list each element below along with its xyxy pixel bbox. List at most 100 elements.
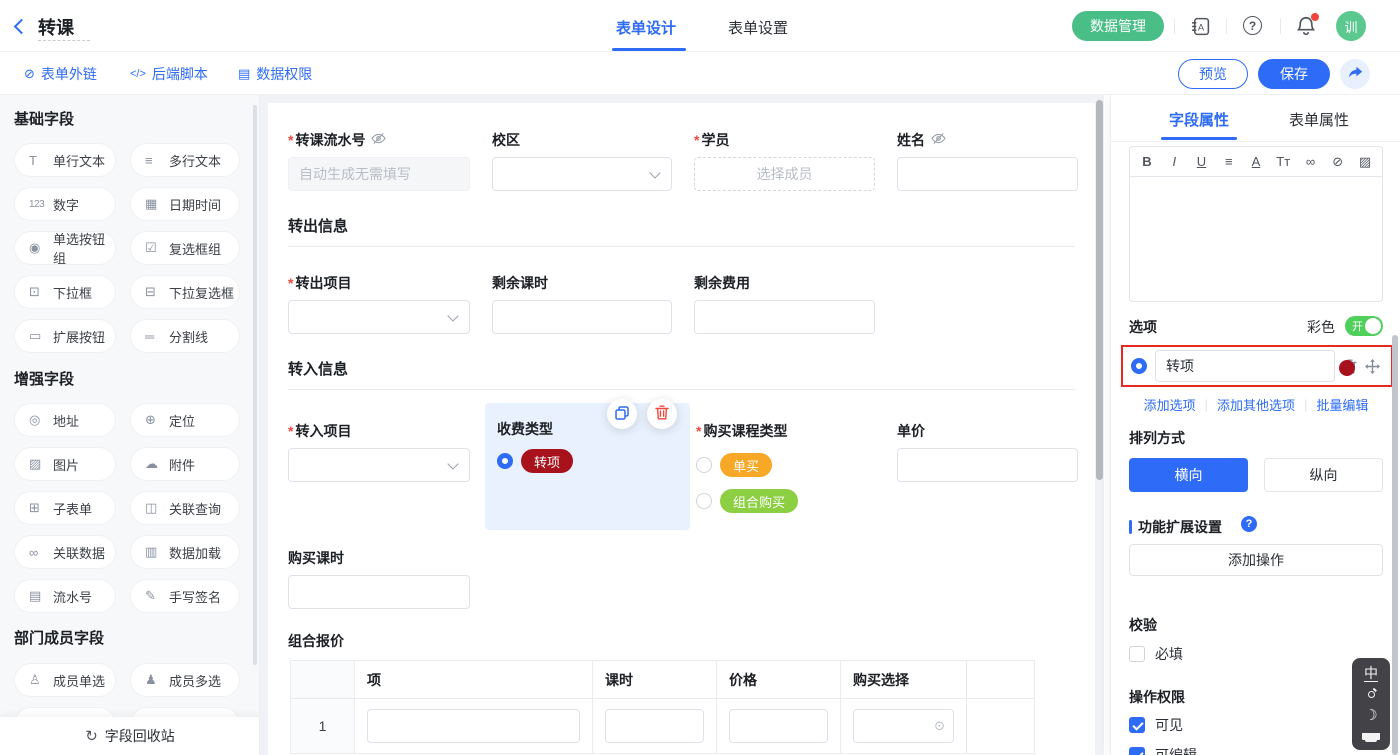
option-color-dot[interactable] bbox=[1339, 360, 1355, 376]
back-icon[interactable] bbox=[16, 21, 27, 32]
option-radio-checked[interactable] bbox=[1131, 358, 1147, 374]
field-type-relation-query[interactable]: ◫关联查询 bbox=[130, 491, 240, 525]
radio-checked-icon[interactable] bbox=[497, 453, 513, 469]
required-checkbox[interactable] bbox=[1129, 646, 1145, 662]
add-option-link[interactable]: 添加选项 bbox=[1144, 395, 1196, 414]
field-out-project[interactable]: 转出项目 bbox=[288, 273, 470, 334]
table-input-hours[interactable] bbox=[605, 709, 704, 743]
field-remaining-fee[interactable]: 剩余费用 bbox=[694, 273, 875, 334]
avatar[interactable]: 训 bbox=[1336, 11, 1366, 41]
font-size-icon[interactable]: Tт bbox=[1276, 154, 1290, 169]
option-move-icon[interactable] bbox=[1365, 359, 1380, 374]
field-type-multi-text[interactable]: ≡多行文本 bbox=[130, 143, 240, 177]
field-type-member-single[interactable]: ♙成员单选 bbox=[14, 663, 116, 697]
insert-image-icon[interactable]: ▨ bbox=[1358, 154, 1372, 170]
field-type-signature[interactable]: ✎手写签名 bbox=[130, 579, 240, 613]
directory-icon[interactable]: A bbox=[1190, 16, 1211, 40]
radio-unchecked-icon[interactable] bbox=[696, 493, 712, 509]
save-button[interactable]: 保存 bbox=[1258, 59, 1330, 89]
copy-field-button[interactable] bbox=[607, 399, 637, 429]
option-value-input[interactable] bbox=[1155, 350, 1335, 382]
field-type-multi-dropdown[interactable]: ⊟下拉复选框 bbox=[130, 275, 240, 309]
sidebar-scrollbar[interactable] bbox=[253, 105, 257, 665]
underline-icon[interactable]: U bbox=[1195, 154, 1209, 169]
form-external-link[interactable]: ⊘ 表单外链 bbox=[24, 64, 97, 84]
visible-checkbox[interactable] bbox=[1129, 717, 1145, 733]
align-icon[interactable]: ≡ bbox=[1222, 154, 1236, 169]
bold-icon[interactable]: B bbox=[1140, 154, 1154, 169]
color-toggle[interactable]: 开 bbox=[1345, 316, 1383, 336]
field-in-project[interactable]: 转入项目 bbox=[288, 421, 470, 482]
field-serial-number[interactable]: 转课流水号 自动生成无需填写 bbox=[288, 130, 470, 191]
data-manage-button[interactable]: 数据管理 bbox=[1072, 11, 1164, 41]
toggle-knob bbox=[1365, 318, 1381, 334]
link-icon[interactable]: ∞ bbox=[1304, 154, 1318, 169]
field-type-radio-group[interactable]: ◉单选按钮组 bbox=[14, 231, 116, 265]
rich-text-body[interactable] bbox=[1130, 177, 1382, 301]
field-type-single-text[interactable]: T单行文本 bbox=[14, 143, 116, 177]
field-type-attachment[interactable]: ☁附件 bbox=[130, 447, 240, 481]
field-type-data-load[interactable]: ▥数据加载 bbox=[130, 535, 240, 569]
field-recycle-bin[interactable]: ↻ 字段回收站 bbox=[0, 717, 260, 755]
theme-shirt-icon[interactable] bbox=[1365, 733, 1377, 742]
extension-help-icon[interactable]: ? bbox=[1241, 516, 1257, 532]
unlink-icon[interactable]: ⊘ bbox=[1331, 154, 1345, 170]
people-icon: ♟ bbox=[145, 672, 169, 688]
tab-form-settings[interactable]: 表单设置 bbox=[728, 17, 788, 38]
field-type-member-multi[interactable]: ♟成员多选 bbox=[130, 663, 240, 697]
field-type-location[interactable]: ⊕定位 bbox=[130, 403, 240, 437]
translate-icon[interactable]: 中 bbox=[1364, 666, 1378, 682]
table-select-buy-choice[interactable]: ⊙ bbox=[853, 709, 954, 743]
title-edit-underline[interactable] bbox=[38, 40, 90, 41]
field-campus[interactable]: 校区 bbox=[492, 130, 672, 191]
delete-field-button[interactable] bbox=[647, 399, 677, 429]
tab-form-properties[interactable]: 表单属性 bbox=[1281, 109, 1357, 130]
field-buy-course-type[interactable]: 购买课程类型 单买 组合购买 bbox=[696, 421, 886, 513]
table-input-item[interactable] bbox=[367, 709, 580, 743]
field-type-extend-button[interactable]: ▭扩展按钮 bbox=[14, 319, 116, 353]
add-action-button[interactable]: 添加操作 bbox=[1129, 544, 1383, 576]
code-icon: </> bbox=[130, 68, 146, 80]
batch-edit-link[interactable]: 批量编辑 bbox=[1316, 395, 1368, 414]
font-color-icon[interactable]: A bbox=[1249, 154, 1263, 169]
editable-checkbox[interactable] bbox=[1129, 747, 1145, 755]
field-remaining-hours[interactable]: 剩余课时 bbox=[492, 273, 672, 334]
field-type-datetime[interactable]: ▦日期时间 bbox=[130, 187, 240, 221]
canvas-scrollbar[interactable] bbox=[1096, 100, 1103, 480]
field-type-address[interactable]: ◎地址 bbox=[14, 403, 116, 437]
italic-icon[interactable]: I bbox=[1167, 154, 1181, 169]
add-other-option-link[interactable]: 添加其他选项 bbox=[1217, 395, 1295, 414]
option-badge-combo-buy[interactable]: 组合购买 bbox=[720, 489, 798, 513]
table-row-index: 1 bbox=[291, 699, 355, 753]
field-type-number[interactable]: 123数字 bbox=[14, 187, 116, 221]
radio-unchecked-icon[interactable] bbox=[696, 457, 712, 473]
field-type-subform[interactable]: ⊞子表单 bbox=[14, 491, 116, 525]
data-permission-link[interactable]: ▤ 数据权限 bbox=[238, 64, 312, 84]
preview-button[interactable]: 预览 bbox=[1178, 59, 1248, 89]
backend-script-link[interactable]: </> 后端脚本 bbox=[130, 64, 208, 84]
arrange-vertical-button[interactable]: 纵向 bbox=[1264, 458, 1383, 492]
field-student[interactable]: 学员 选择成员 bbox=[694, 130, 875, 191]
browser-extension-widget[interactable]: 中 ☽ bbox=[1352, 658, 1390, 750]
pin-icon[interactable] bbox=[1368, 691, 1375, 698]
tab-field-properties[interactable]: 字段属性 bbox=[1161, 109, 1237, 130]
field-buy-hours[interactable]: 购买课时 bbox=[288, 548, 470, 609]
page-scrollbar[interactable] bbox=[1392, 335, 1398, 755]
table-input-price[interactable] bbox=[729, 709, 828, 743]
field-fee-type-selected[interactable]: 收费类型 转项 bbox=[485, 403, 690, 530]
field-type-checkbox-group[interactable]: ☑复选框组 bbox=[130, 231, 240, 265]
arrange-horizontal-button[interactable]: 横向 bbox=[1129, 458, 1248, 492]
tab-form-design[interactable]: 表单设计 bbox=[616, 17, 676, 38]
field-type-divider[interactable]: ═分割线 bbox=[130, 319, 240, 353]
field-name[interactable]: 姓名 bbox=[897, 130, 1078, 191]
option-badge-fee-type[interactable]: 转项 bbox=[521, 449, 573, 473]
field-unit-price[interactable]: 单价 bbox=[897, 421, 1078, 482]
option-badge-single-buy[interactable]: 单买 bbox=[720, 453, 772, 477]
dark-mode-icon[interactable]: ☽ bbox=[1364, 706, 1377, 724]
field-type-dropdown[interactable]: ⊡下拉框 bbox=[14, 275, 116, 309]
field-type-relation-data[interactable]: ∞关联数据 bbox=[14, 535, 116, 569]
field-type-image[interactable]: ▨图片 bbox=[14, 447, 116, 481]
share-button[interactable] bbox=[1340, 59, 1370, 89]
help-icon[interactable]: ? bbox=[1243, 16, 1262, 35]
field-type-serial-number[interactable]: ▤流水号 bbox=[14, 579, 116, 613]
